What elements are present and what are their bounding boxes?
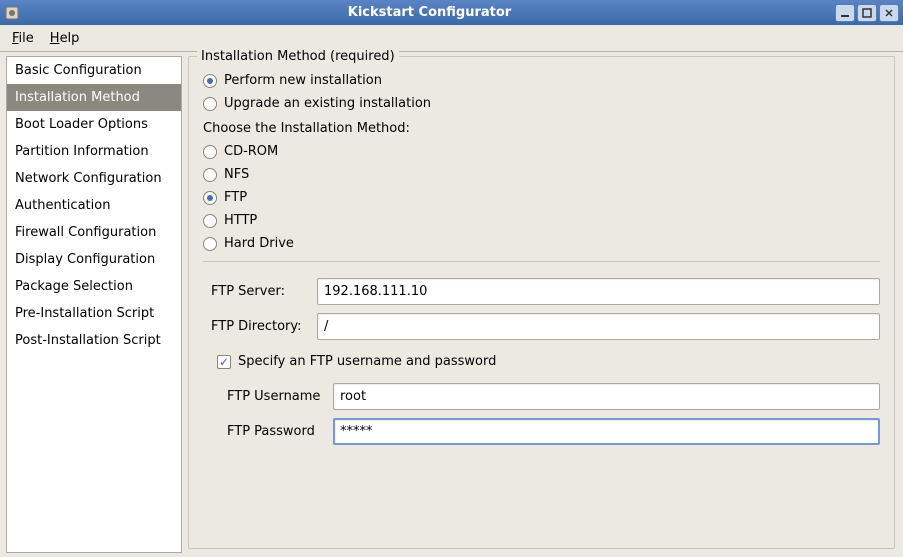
radio-icon	[203, 214, 217, 228]
ftp-directory-label: FTP Directory:	[211, 319, 317, 334]
radio-icon	[203, 74, 217, 88]
sidebar-item-boot-loader-options[interactable]: Boot Loader Options	[7, 111, 181, 138]
close-button[interactable]	[879, 4, 899, 22]
menubar: File Help	[0, 25, 903, 52]
ftp-password-label: FTP Password	[227, 424, 333, 439]
radio-icon	[203, 145, 217, 159]
sidebar: Basic Configuration Installation Method …	[6, 56, 182, 553]
sidebar-item-installation-method[interactable]: Installation Method	[7, 84, 181, 111]
sidebar-item-firewall-configuration[interactable]: Firewall Configuration	[7, 219, 181, 246]
radio-label: NFS	[224, 167, 249, 182]
minimize-button[interactable]	[835, 4, 855, 22]
titlebar: Kickstart Configurator	[0, 0, 903, 25]
checkbox-icon	[217, 355, 231, 369]
sidebar-item-package-selection[interactable]: Package Selection	[7, 273, 181, 300]
radio-harddrive[interactable]: Hard Drive	[203, 236, 880, 251]
group-title: Installation Method (required)	[197, 49, 399, 64]
menu-file[interactable]: File	[4, 28, 42, 49]
menu-help[interactable]: Help	[42, 28, 88, 49]
sidebar-item-pre-installation-script[interactable]: Pre-Installation Script	[7, 300, 181, 327]
radio-http[interactable]: HTTP	[203, 213, 880, 228]
radio-icon	[203, 237, 217, 251]
sidebar-item-post-installation-script[interactable]: Post-Installation Script	[7, 327, 181, 354]
maximize-button[interactable]	[857, 4, 877, 22]
ftp-server-label: FTP Server:	[211, 284, 317, 299]
ftp-password-input[interactable]	[333, 418, 880, 445]
radio-icon	[203, 191, 217, 205]
sidebar-item-display-configuration[interactable]: Display Configuration	[7, 246, 181, 273]
radio-ftp[interactable]: FTP	[203, 190, 880, 205]
divider	[203, 261, 880, 262]
ftp-username-input[interactable]	[333, 383, 880, 410]
radio-label: Hard Drive	[224, 236, 294, 251]
radio-label: Upgrade an existing installation	[224, 96, 431, 111]
sidebar-item-network-configuration[interactable]: Network Configuration	[7, 165, 181, 192]
ftp-username-label: FTP Username	[227, 389, 333, 404]
ftp-directory-input[interactable]	[317, 313, 880, 340]
radio-label: HTTP	[224, 213, 257, 228]
checkbox-label: Specify an FTP username and password	[238, 354, 496, 369]
radio-label: FTP	[224, 190, 247, 205]
sidebar-item-partition-information[interactable]: Partition Information	[7, 138, 181, 165]
window-title: Kickstart Configurator	[24, 5, 835, 20]
sidebar-item-basic-configuration[interactable]: Basic Configuration	[7, 57, 181, 84]
radio-label: Perform new installation	[224, 73, 382, 88]
installation-method-group: Installation Method (required) Perform n…	[188, 56, 895, 549]
radio-icon	[203, 168, 217, 182]
sidebar-item-authentication[interactable]: Authentication	[7, 192, 181, 219]
radio-icon	[203, 97, 217, 111]
choose-method-label: Choose the Installation Method:	[203, 121, 880, 136]
radio-label: CD-ROM	[224, 144, 278, 159]
ftp-server-input[interactable]	[317, 278, 880, 305]
specify-ftp-credentials-checkbox[interactable]: Specify an FTP username and password	[217, 354, 880, 369]
radio-cdrom[interactable]: CD-ROM	[203, 144, 880, 159]
radio-nfs[interactable]: NFS	[203, 167, 880, 182]
app-icon	[4, 5, 20, 21]
radio-upgrade[interactable]: Upgrade an existing installation	[203, 96, 880, 111]
radio-perform-new[interactable]: Perform new installation	[203, 73, 880, 88]
